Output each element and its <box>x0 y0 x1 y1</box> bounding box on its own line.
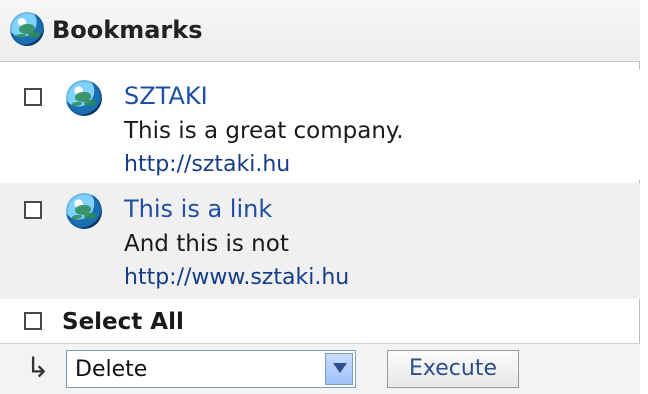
select-all-label: Select All <box>62 309 184 335</box>
panel-title: Bookmarks <box>52 16 203 44</box>
select-all-checkbox[interactable] <box>24 312 42 330</box>
bookmarks-panel: Bookmarks SZTAKI This is a great company… <box>0 0 640 394</box>
bookmarks-header: Bookmarks <box>0 0 640 62</box>
bookmark-url: http://www.sztaki.hu <box>124 265 350 290</box>
globe-icon <box>10 12 44 46</box>
action-select-value: Delete <box>75 357 148 382</box>
bookmark-url: http://sztaki.hu <box>124 152 291 177</box>
bookmark-description: This is a great company. <box>124 118 404 144</box>
bookmark-row: This is a link And this is not http://ww… <box>0 183 640 299</box>
bookmark-title-link[interactable]: This is a link <box>124 195 272 223</box>
bulk-actions-bar: ↳ Delete Execute <box>0 343 640 394</box>
bookmark-checkbox[interactable] <box>24 201 42 219</box>
branch-arrow-icon: ↳ <box>26 351 50 384</box>
bookmark-row: SZTAKI This is a great company. http://s… <box>0 70 640 180</box>
globe-icon <box>66 193 102 229</box>
chevron-down-icon[interactable] <box>325 353 353 385</box>
bookmark-checkbox[interactable] <box>24 88 42 106</box>
select-all-row: Select All <box>0 300 640 342</box>
bookmark-title-link[interactable]: SZTAKI <box>124 82 208 110</box>
bookmark-description: And this is not <box>124 231 289 257</box>
action-select[interactable]: Delete <box>66 350 356 388</box>
execute-button[interactable]: Execute <box>387 350 519 388</box>
globe-icon <box>66 80 102 116</box>
